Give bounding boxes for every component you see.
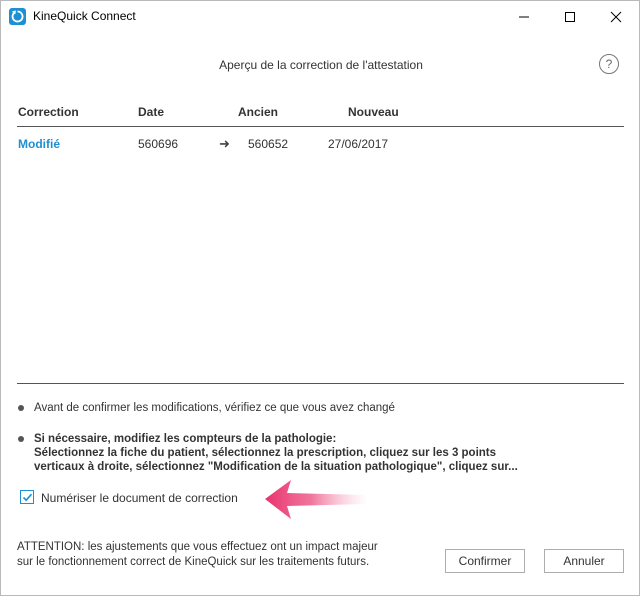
table-cell-nouveau: 27/06/2017 bbox=[328, 137, 389, 151]
section-divider bbox=[17, 383, 624, 384]
bullet-icon bbox=[18, 436, 24, 442]
table-header-divider bbox=[17, 126, 624, 127]
note-pathology-line1: Si nécessaire, modifiez les compteurs de… bbox=[34, 433, 337, 445]
minimize-icon bbox=[519, 16, 529, 18]
cancel-button[interactable]: Annuler bbox=[544, 549, 624, 573]
checkmark-icon bbox=[22, 493, 33, 502]
title-bar[interactable]: KineQuick Connect bbox=[1, 1, 639, 32]
table-cell-date: 560696 bbox=[138, 137, 179, 151]
note-pathology-line2: Sélectionnez la fiche du patient, sélect… bbox=[34, 447, 497, 459]
dialog-title: Aperçu de la correction de l'attestation bbox=[219, 58, 423, 72]
warning-text: ATTENTION: les ajustements que vous effe… bbox=[17, 540, 437, 570]
minimize-button[interactable] bbox=[501, 1, 547, 32]
note-pathology-line3: verticaux à droite, sélectionnez "Modifi… bbox=[34, 461, 518, 473]
scan-document-label[interactable]: Numériser le document de correction bbox=[41, 491, 238, 505]
kinequick-app-icon bbox=[9, 8, 26, 25]
highlight-arrow-icon bbox=[265, 480, 367, 519]
close-icon bbox=[610, 11, 622, 23]
scan-document-checkbox[interactable] bbox=[20, 490, 34, 504]
help-icon[interactable]: ? bbox=[599, 54, 619, 74]
correction-type-link[interactable]: Modifié bbox=[18, 137, 60, 151]
app-window: KineQuick Connect Aperçu de la correctio… bbox=[0, 0, 640, 596]
bullet-icon bbox=[18, 405, 24, 411]
table-cell-ancien: 560652 bbox=[248, 137, 289, 151]
column-header-nouveau: Nouveau bbox=[348, 105, 399, 119]
warning-line2: sur le fonctionnement correct de KineQui… bbox=[17, 556, 370, 568]
column-header-date: Date bbox=[138, 105, 165, 119]
maximize-button[interactable] bbox=[547, 1, 593, 32]
maximize-icon bbox=[565, 12, 575, 22]
column-header-correction: Correction bbox=[18, 105, 79, 119]
warning-line1: ATTENTION: les ajustements que vous effe… bbox=[17, 541, 378, 553]
window-title: KineQuick Connect bbox=[33, 9, 136, 23]
close-button[interactable] bbox=[593, 1, 639, 32]
right-arrow-icon: ➜ bbox=[219, 136, 230, 151]
note-verify-changes: Avant de confirmer les modifications, vé… bbox=[34, 402, 395, 414]
confirm-button[interactable]: Confirmer bbox=[445, 549, 525, 573]
column-header-ancien: Ancien bbox=[238, 105, 279, 119]
